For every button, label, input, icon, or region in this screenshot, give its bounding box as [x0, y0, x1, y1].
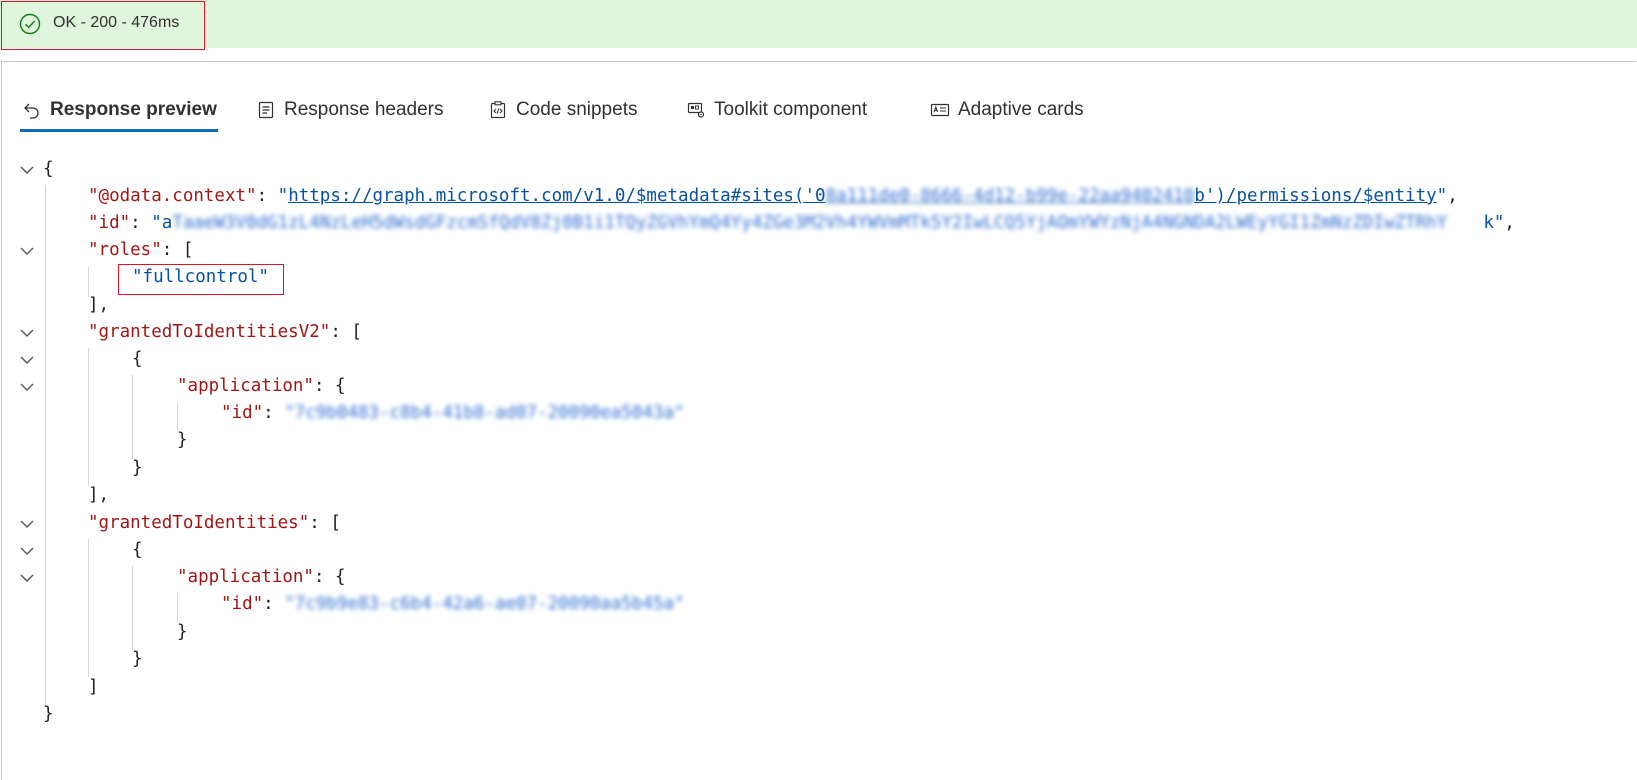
indent-guide — [132, 566, 133, 650]
json-line: ] — [88, 677, 99, 697]
redacted-app-id: "7c9b0483-c8b4-41b8-ad07-20090ea5043a" — [284, 403, 685, 423]
json-key: "@odata.context" — [88, 186, 257, 206]
json-line-app-id: "id": "7c9b9e83-c6b4-42a6-ae07-20090aa5b… — [221, 594, 685, 614]
json-line-application: "application": { — [177, 567, 346, 587]
undo-arrow-icon — [24, 103, 39, 119]
indent-guide — [88, 539, 89, 677]
json-line: ], — [88, 485, 110, 505]
active-tab-indicator — [20, 129, 218, 132]
collapse-chevron-icon[interactable] — [18, 324, 36, 342]
json-key: "grantedToIdentitiesV2" — [88, 322, 331, 342]
json-line-odata-context: "@odata.context": "https://graph.microso… — [88, 186, 1458, 206]
json-line-app-id: "id": "7c9b0483-c8b4-41b8-ad07-20090ea50… — [221, 403, 685, 423]
tab-label: Adaptive cards — [958, 99, 1084, 120]
card-icon — [930, 103, 950, 117]
status-bar — [0, 0, 1637, 48]
json-line: { — [132, 349, 143, 369]
json-key: "application" — [177, 567, 314, 587]
document-list-icon — [258, 101, 274, 119]
collapse-chevron-icon[interactable] — [18, 351, 36, 369]
redacted-app-id: "7c9b9e83-c6b4-42a6-ae07-20090aa5b45a" — [284, 594, 685, 614]
json-line: } — [43, 704, 54, 724]
json-key: "id" — [88, 213, 131, 233]
tab-label: Code snippets — [516, 99, 638, 120]
indent-guide — [88, 348, 89, 486]
json-key: "application" — [177, 376, 314, 396]
json-line: } — [132, 458, 143, 478]
json-key: "roles" — [88, 240, 162, 260]
collapse-chevron-icon[interactable] — [18, 515, 36, 533]
json-line: { — [132, 540, 143, 560]
component-gear-icon — [687, 102, 705, 118]
json-line: { — [43, 159, 54, 179]
indent-guide — [45, 185, 46, 707]
tab-label: Response preview — [50, 99, 217, 120]
role-highlight-box — [118, 264, 284, 295]
json-line-application: "application": { — [177, 376, 346, 396]
tab-label: Toolkit component — [714, 99, 868, 120]
tab-response-preview[interactable]: Response preview — [22, 88, 217, 132]
tab-adaptive-cards[interactable]: Adaptive cards — [930, 88, 1084, 132]
json-key: "id" — [221, 594, 264, 614]
redacted-site-id: 8a111de0-8666-4d12-b99e-22aa9402410 — [825, 186, 1195, 206]
json-line-roles: "roles": [ — [88, 240, 194, 260]
tab-response-headers[interactable]: Response headers — [256, 88, 444, 132]
json-line-granted: "grantedToIdentities": [ — [88, 513, 341, 533]
indent-guide — [132, 375, 133, 459]
indent-guide — [177, 593, 178, 621]
json-line-granted-v2: "grantedToIdentitiesV2": [ — [88, 322, 362, 342]
json-key: "id" — [221, 403, 264, 423]
odata-context-link[interactable]: https://graph.microsoft.com/v1.0/$metada… — [288, 186, 1436, 206]
json-line-id: "id": "aTaaeW3V0dG1zL4NzLeH5dWsdGFzcmSfQ… — [88, 210, 1515, 237]
tab-label: Response headers — [284, 99, 444, 120]
check-circle-icon — [19, 13, 41, 35]
tab-toolkit-component[interactable]: Toolkit component — [686, 88, 867, 132]
indent-guide — [177, 402, 178, 430]
tab-code-snippets[interactable]: Code snippets — [488, 88, 637, 132]
collapse-chevron-icon[interactable] — [18, 242, 36, 260]
json-line: ], — [88, 295, 110, 315]
json-key: "grantedToIdentities" — [88, 513, 310, 533]
collapse-chevron-icon[interactable] — [18, 569, 36, 587]
redacted-permission-id: TaaeW3V0dG1zL4NzLeH5dWsdGFzcmSfQdV8Zj0B1… — [172, 213, 1448, 233]
collapse-chevron-icon[interactable] — [18, 378, 36, 396]
json-line: } — [177, 622, 188, 642]
collapse-chevron-icon[interactable] — [18, 542, 36, 560]
json-line: } — [177, 430, 188, 450]
status-text: OK - 200 - 476ms — [53, 14, 180, 31]
collapse-chevron-icon[interactable] — [18, 161, 36, 179]
json-line: } — [132, 649, 143, 669]
clipboard-code-icon — [490, 101, 506, 119]
